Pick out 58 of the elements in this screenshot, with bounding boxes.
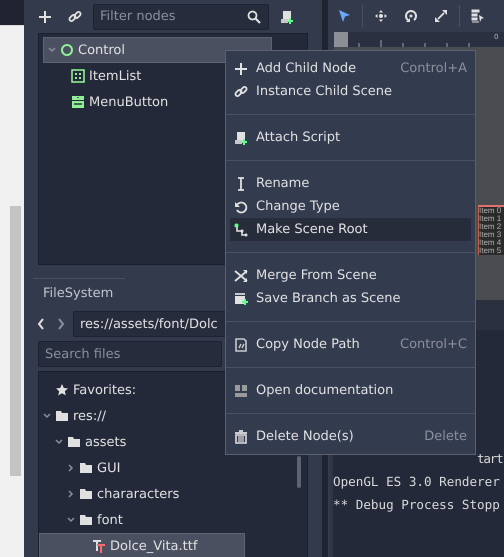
star-icon bbox=[55, 383, 69, 397]
document-icon bbox=[234, 338, 248, 352]
folder-icon bbox=[79, 487, 93, 501]
list-item: Item 1 bbox=[479, 215, 502, 223]
folder-icon bbox=[55, 409, 69, 423]
menu-item[interactable]: Merge From Scene bbox=[230, 264, 471, 287]
shortcut-label: Control+C bbox=[400, 337, 467, 352]
grid-icon bbox=[71, 69, 85, 83]
tree-item[interactable]: Control bbox=[43, 37, 272, 63]
filter-field[interactable]: Filter nodes bbox=[93, 4, 269, 30]
output-line: tart bbox=[476, 450, 504, 468]
list-item: Item 2 bbox=[479, 223, 502, 231]
link-icon bbox=[234, 84, 248, 98]
hierarchy-icon bbox=[234, 222, 248, 236]
circle-icon bbox=[60, 43, 74, 57]
search-icon bbox=[247, 10, 261, 24]
output-line: ** Debug Process Stopp bbox=[333, 496, 501, 514]
menu-item[interactable]: Instance Child Scene bbox=[230, 80, 471, 103]
script-plus-icon bbox=[234, 130, 248, 144]
scrollbar-thumb[interactable] bbox=[10, 206, 21, 476]
script-plus-icon bbox=[280, 10, 294, 24]
search-field[interactable]: Search files bbox=[38, 341, 222, 367]
output-line: OpenGL ES 3.0 Renderer bbox=[333, 473, 501, 491]
shortcut-label: Control+A bbox=[400, 61, 467, 76]
menu-item[interactable]: Save Branch as Scene bbox=[230, 287, 471, 310]
folder-icon bbox=[67, 435, 81, 449]
book-icon bbox=[234, 384, 248, 398]
rotate-icon bbox=[404, 9, 418, 23]
file-tree-item[interactable]: Dolce_Vita.ttf bbox=[39, 533, 245, 557]
shortcut-label: Delete bbox=[424, 429, 467, 444]
menu-item[interactable]: Change Type bbox=[230, 195, 471, 218]
font-file-icon bbox=[92, 539, 106, 553]
folder-icon bbox=[79, 461, 93, 475]
clapper-plus-icon bbox=[234, 292, 248, 306]
scrollbar-thumb[interactable] bbox=[297, 456, 301, 488]
menu-item[interactable]: Attach Script bbox=[230, 126, 471, 149]
file-tree-item[interactable]: chararacters bbox=[39, 481, 307, 507]
move-icon bbox=[374, 9, 388, 23]
list-item: Item 0 bbox=[479, 207, 502, 215]
list-item: Item 3 bbox=[479, 231, 502, 239]
menu-item[interactable]: Open documentation bbox=[230, 379, 471, 402]
trash-icon bbox=[234, 430, 248, 444]
rotate-arrow-icon bbox=[234, 200, 248, 214]
menu-button-icon bbox=[71, 95, 85, 109]
shuffle-icon bbox=[234, 268, 248, 282]
pointer-icon bbox=[337, 9, 351, 23]
folder-icon bbox=[79, 513, 93, 527]
file-tree-item[interactable]: GUI bbox=[39, 455, 307, 481]
link-icon bbox=[68, 10, 82, 24]
list-select-icon bbox=[471, 9, 485, 23]
plus-icon bbox=[234, 62, 248, 76]
menu-item[interactable]: Rename bbox=[230, 172, 471, 195]
scale-icon bbox=[434, 9, 448, 23]
list-item: Item 4 bbox=[479, 239, 502, 247]
plus-icon bbox=[38, 10, 52, 24]
menu-item[interactable]: Make Scene Root bbox=[230, 218, 471, 241]
list-item: Item 5 bbox=[479, 247, 502, 255]
file-tree-item[interactable]: font bbox=[39, 507, 307, 533]
